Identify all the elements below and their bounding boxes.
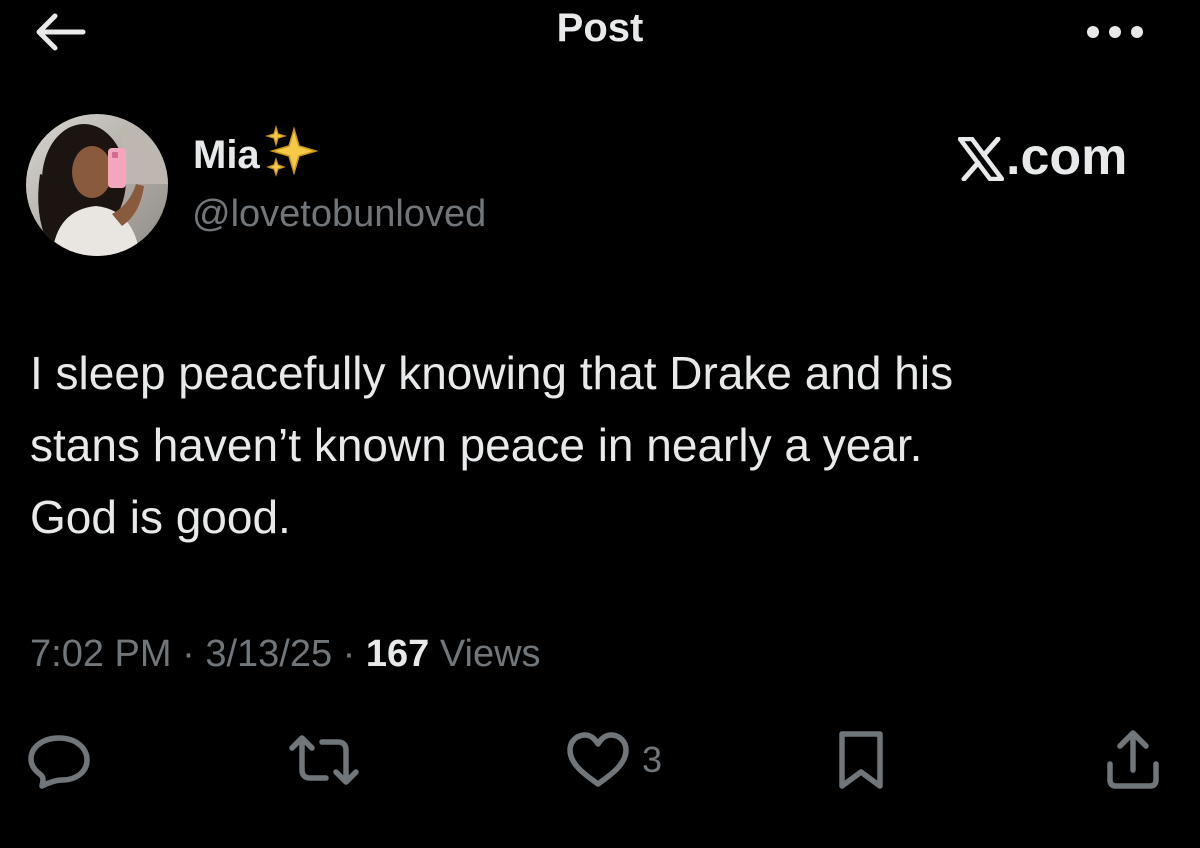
like-button[interactable]: 3 — [564, 728, 662, 792]
repost-button[interactable] — [286, 728, 362, 792]
post-text: I sleep peacefully knowing that Drake an… — [30, 347, 954, 543]
arrow-left-icon — [36, 13, 86, 51]
post-time[interactable]: 7:02 PM — [30, 633, 172, 675]
meta-separator: · — [171, 633, 206, 675]
share-button[interactable] — [1100, 728, 1166, 792]
share-icon — [1107, 730, 1159, 789]
author-handle[interactable]: @lovetobunloved — [192, 193, 486, 236]
post-date[interactable]: 3/13/25 — [205, 633, 332, 675]
more-horizontal-icon — [1087, 26, 1143, 38]
reply-button[interactable] — [24, 728, 94, 792]
bookmark-button[interactable] — [830, 728, 892, 792]
action-bar: 3 — [0, 720, 1200, 800]
author-display-name: Mia — [193, 132, 260, 177]
page-title: Post — [556, 6, 644, 50]
back-button[interactable] — [28, 6, 92, 58]
x-watermark: .com — [958, 128, 1128, 186]
post-meta: 7:02 PM · 3/13/25 · 167 Views — [30, 633, 541, 676]
sparkles-icon — [264, 125, 319, 177]
views-count: 167 — [365, 633, 430, 675]
watermark-text: .com — [1006, 128, 1128, 186]
x-logo-icon — [958, 137, 1004, 181]
more-options-button[interactable] — [1080, 10, 1150, 54]
author-name[interactable]: Mia — [193, 125, 320, 179]
profile-photo — [26, 114, 168, 256]
repost-icon — [289, 735, 359, 785]
reply-icon — [28, 735, 90, 789]
views-label: Views — [429, 633, 541, 675]
bookmark-icon — [839, 731, 883, 789]
avatar[interactable] — [26, 114, 168, 256]
top-bar: Post — [0, 0, 1200, 64]
meta-separator: · — [332, 633, 366, 675]
heart-icon — [567, 732, 629, 787]
like-count: 3 — [642, 739, 663, 780]
